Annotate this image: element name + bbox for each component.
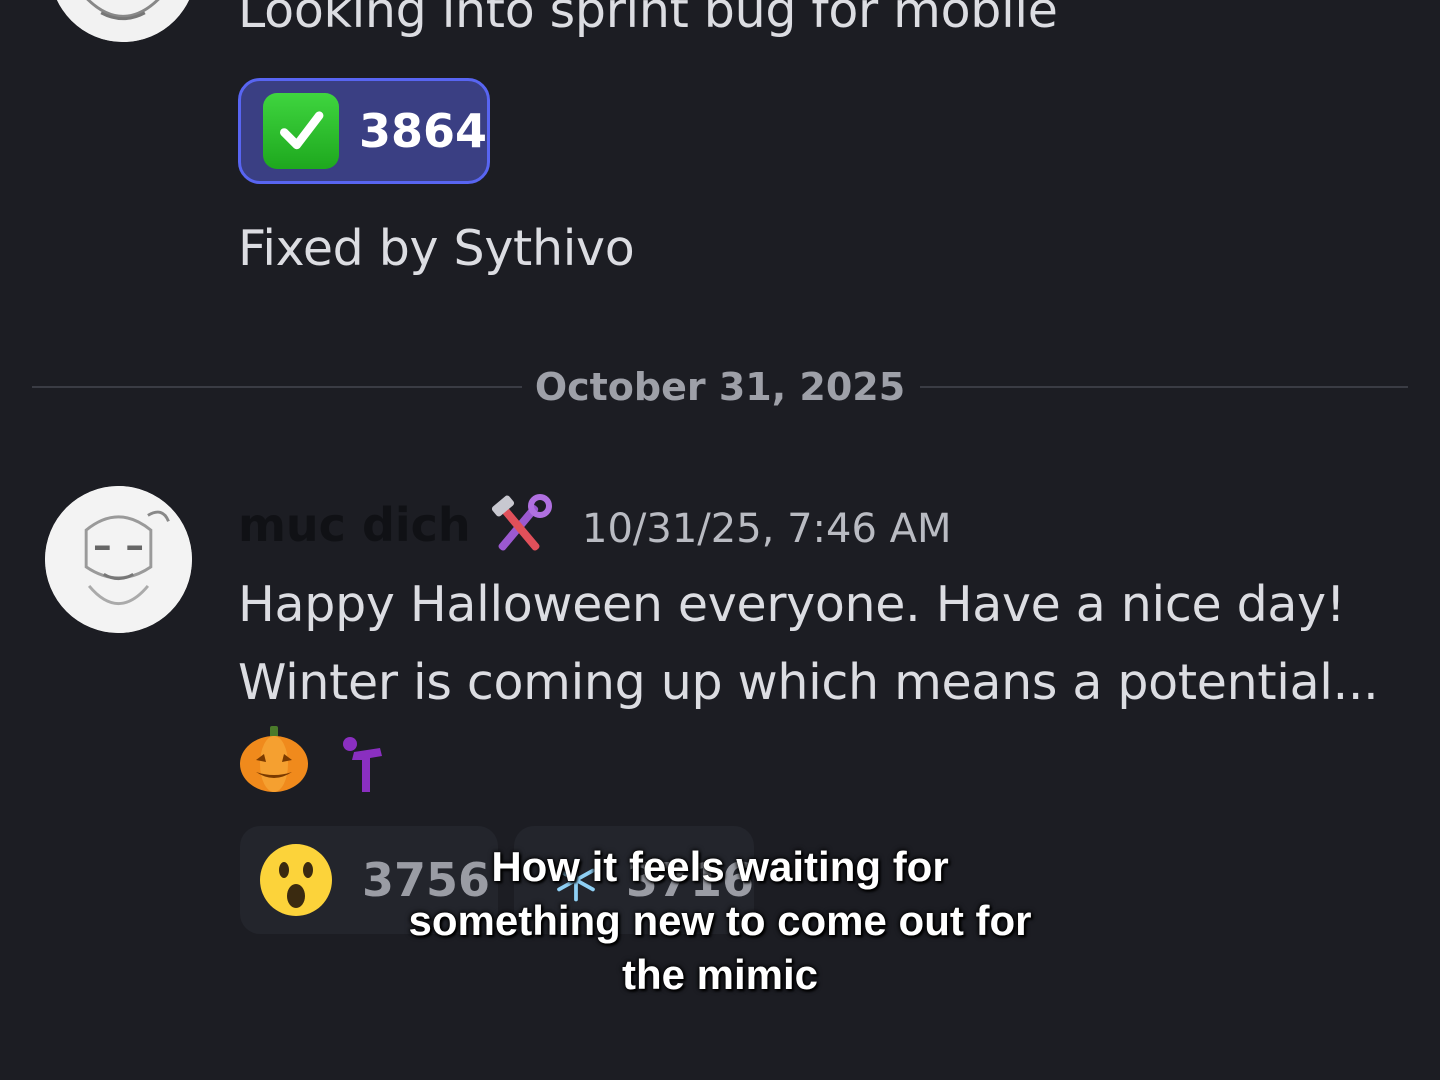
message-line: Happy Halloween everyone. Have a nice da… [238, 576, 1346, 633]
date-divider: October 31, 2025 [534, 365, 906, 409]
reaction-count: 3864 [358, 104, 487, 158]
divider-line [32, 386, 522, 388]
divider-line [920, 386, 1408, 388]
message-text: Looking into sprint bug for mobile [238, 0, 1058, 39]
chat-view: Looking into sprint bug for mobile 3864 … [0, 0, 1440, 1080]
message-line: Winter is coming up which means a potent… [238, 654, 1379, 711]
user-avatar[interactable] [50, 0, 196, 42]
reaction-check-button[interactable]: 3864 [238, 78, 490, 184]
username[interactable]: muc dich [238, 498, 471, 552]
message-timestamp: 10/31/25, 7:46 AM [582, 506, 952, 552]
video-caption: How it feels waiting for something new t… [408, 843, 1032, 998]
purple-figure-icon [343, 737, 382, 792]
pumpkin-icon [240, 726, 308, 792]
astonished-face-icon [260, 844, 332, 916]
hammer-wrench-icon [491, 494, 552, 551]
user-avatar[interactable] [45, 486, 192, 633]
check-mark-icon [263, 93, 339, 169]
fixed-by-note: Fixed by Sythivo [238, 220, 635, 277]
